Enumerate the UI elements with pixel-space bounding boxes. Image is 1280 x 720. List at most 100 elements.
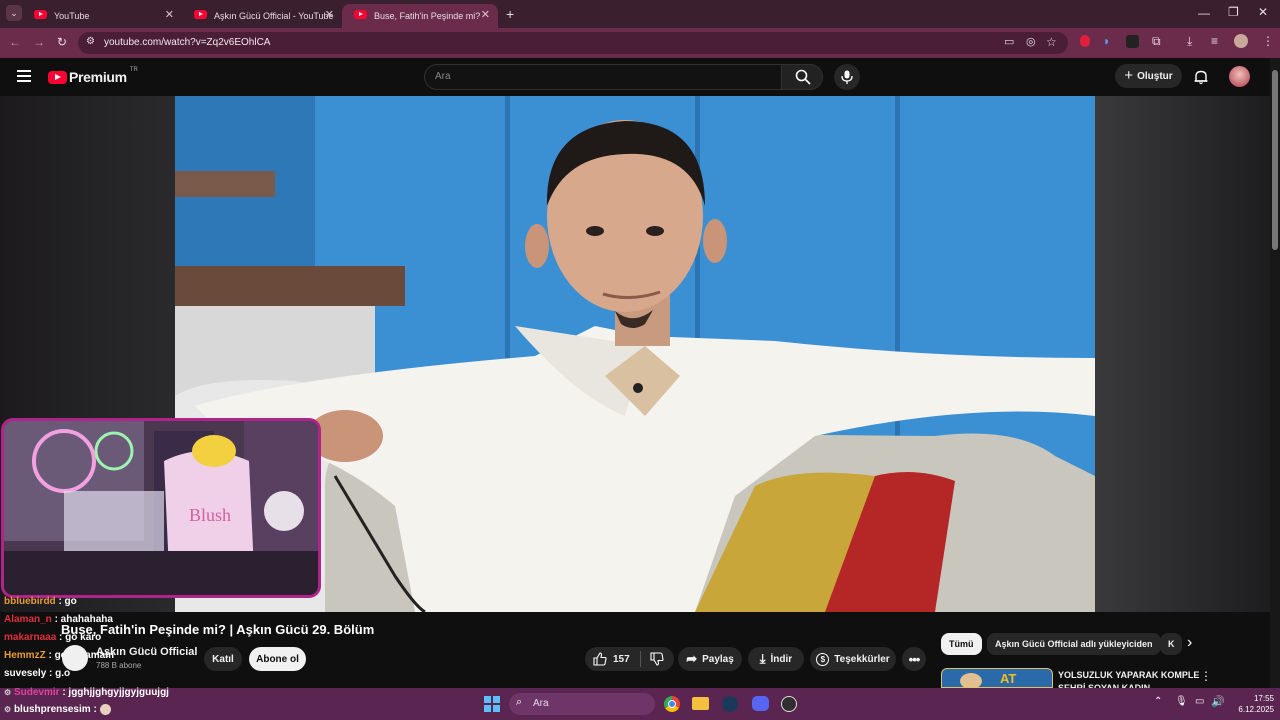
extension-blue-icon[interactable]: ◗ bbox=[1103, 34, 1110, 48]
player-right-glow bbox=[1095, 96, 1270, 612]
share-button[interactable]: ➦ Paylaş bbox=[678, 647, 742, 671]
chat-username: Sudevmir bbox=[13, 687, 60, 698]
back-icon[interactable]: ← bbox=[9, 35, 21, 49]
browser-menu-icon[interactable]: ⋮ bbox=[1262, 34, 1274, 48]
download-button[interactable]: ⤓ İndir bbox=[748, 647, 804, 671]
forward-icon[interactable]: → bbox=[33, 35, 45, 49]
thumbs-down-icon[interactable] bbox=[650, 652, 664, 666]
youtube-premium-logo[interactable]: Premium TR bbox=[48, 67, 138, 86]
chip-from-uploader[interactable]: Aşkın Gücü Official adlı yükleyiciden bbox=[987, 633, 1161, 655]
user-avatar[interactable] bbox=[1229, 66, 1250, 87]
site-info-icon[interactable]: ⚙ bbox=[86, 36, 95, 47]
like-button[interactable]: 157 bbox=[585, 647, 630, 671]
thanks-dollar-icon: $ bbox=[816, 652, 830, 666]
display-tray-icon[interactable]: ▭ bbox=[1195, 696, 1204, 707]
youtube-logo-icon bbox=[48, 70, 67, 84]
create-button[interactable]: + Oluştur bbox=[1115, 64, 1182, 88]
tab-title: YouTube bbox=[54, 11, 90, 21]
youtube-favicon-icon bbox=[34, 10, 47, 19]
chip-all[interactable]: Tümü bbox=[941, 633, 982, 655]
chip-label: K bbox=[1168, 639, 1175, 649]
close-tab-icon[interactable]: ✕ bbox=[481, 8, 490, 21]
create-label: Oluştur bbox=[1137, 70, 1173, 82]
recommended-thumbnail[interactable]: AT bbox=[941, 668, 1053, 688]
close-tab-icon[interactable]: ✕ bbox=[325, 8, 334, 21]
tab-youtube[interactable]: YouTube ✕ bbox=[22, 4, 182, 28]
recommended-title[interactable]: YOLSUZLUK YAPARAK KOMPLE ŞEHRİ SOYAN KAD… bbox=[1058, 669, 1199, 688]
tab-title: Buse, Fatih'in Peşinde mi? | Aşk bbox=[374, 11, 482, 21]
minimize-icon[interactable]: — bbox=[1198, 6, 1210, 20]
bookmark-star-icon[interactable]: ☆ bbox=[1046, 35, 1057, 49]
reload-icon[interactable]: ↻ bbox=[57, 35, 67, 49]
extension-red-icon[interactable] bbox=[1080, 35, 1090, 47]
start-button[interactable] bbox=[484, 696, 500, 712]
url-text: youtube.com/watch?v=Zq2v6EOhlCA bbox=[104, 37, 271, 48]
search-icon: ⌕ bbox=[516, 696, 523, 708]
tab-search-icon[interactable]: ⌄ bbox=[6, 5, 22, 21]
volume-tray-icon[interactable]: 🔊 bbox=[1211, 695, 1225, 708]
obs-app-icon[interactable] bbox=[781, 696, 797, 712]
extensions-puzzle-icon[interactable]: ⧉ bbox=[1152, 34, 1161, 49]
join-button[interactable]: Katıl bbox=[204, 647, 242, 671]
file-explorer-icon[interactable] bbox=[692, 697, 709, 710]
tab-askin-gucu[interactable]: Aşkın Gücü Official - YouTube ✕ bbox=[182, 4, 342, 28]
search-input[interactable]: Ara bbox=[424, 64, 782, 90]
discord-app-icon[interactable] bbox=[752, 696, 769, 711]
chevron-right-icon[interactable]: › bbox=[1187, 634, 1192, 652]
clock[interactable]: 17:55 6.12.2025 bbox=[1230, 693, 1274, 715]
tray-chevron-up-icon[interactable]: ⌃ bbox=[1154, 696, 1162, 707]
restore-icon[interactable]: ❐ bbox=[1228, 5, 1239, 19]
tab-current-video[interactable]: Buse, Fatih'in Peşinde mi? | Aşk ✕ bbox=[342, 4, 498, 28]
microphone-icon bbox=[841, 70, 853, 84]
clock-time: 17:55 bbox=[1253, 694, 1274, 703]
chat-text: : jgghjjghgyjjgyjguujgj bbox=[62, 687, 169, 698]
clock-date: 6.12.2025 bbox=[1238, 705, 1274, 714]
thanks-button[interactable]: $ Teşekkürler bbox=[810, 647, 896, 671]
chat-text: : go bbox=[58, 596, 77, 607]
more-actions-button[interactable]: ••• bbox=[902, 647, 926, 671]
profile-avatar[interactable] bbox=[1234, 34, 1248, 48]
chat-message: ⚙ blushprensesim : bbox=[4, 704, 111, 715]
subscribe-button[interactable]: Abone ol bbox=[249, 647, 306, 671]
chip-partial[interactable]: K bbox=[1160, 633, 1182, 655]
new-tab-icon[interactable]: + bbox=[506, 6, 514, 22]
reading-list-icon[interactable]: ≡ bbox=[1211, 34, 1218, 48]
taskbar-search-placeholder: Ara bbox=[533, 698, 549, 709]
hamburger-menu-icon[interactable] bbox=[17, 70, 31, 82]
chat-username: suvesely bbox=[4, 668, 47, 679]
chat-text: : bbox=[93, 704, 97, 716]
taskbar-search-input[interactable]: ⌕ Ara bbox=[509, 693, 655, 715]
chat-badge-icon: ⚙ bbox=[4, 705, 12, 715]
svg-text:Blush: Blush bbox=[189, 505, 231, 525]
search-button[interactable] bbox=[781, 64, 823, 90]
tab-title: Aşkın Gücü Official - YouTube bbox=[214, 11, 334, 21]
close-window-icon[interactable]: ✕ bbox=[1258, 5, 1268, 19]
microphone-tray-icon[interactable]: 🎙 bbox=[1175, 696, 1188, 707]
chrome-app-icon[interactable] bbox=[664, 696, 680, 712]
more-icon: ••• bbox=[908, 651, 921, 667]
video-title: Buse, Fatih'in Peşinde mi? | Aşkın Gücü … bbox=[61, 622, 375, 637]
search-placeholder: Ara bbox=[435, 71, 451, 82]
voice-search-button[interactable] bbox=[834, 64, 860, 90]
channel-avatar[interactable] bbox=[62, 645, 88, 671]
download-label: İndir bbox=[770, 653, 793, 665]
chat-message: bbluebirdd : go bbox=[4, 596, 77, 607]
notifications-bell-icon[interactable] bbox=[1193, 69, 1209, 85]
search-icon bbox=[795, 69, 811, 85]
share-label: Paylaş bbox=[702, 653, 734, 665]
scrollbar-thumb[interactable] bbox=[1272, 70, 1278, 250]
cast-icon[interactable]: ▭ bbox=[1004, 35, 1014, 48]
extension-dark-icon[interactable] bbox=[1126, 35, 1139, 48]
address-bar[interactable]: ⚙ youtube.com/watch?v=Zq2v6EOhlCA ▭ ◎ ☆ bbox=[78, 32, 1068, 54]
recommended-menu-icon[interactable]: ⋮ bbox=[1200, 669, 1212, 683]
download-icon[interactable]: ⤓ bbox=[1187, 34, 1192, 49]
youtube-favicon-icon bbox=[354, 10, 367, 19]
channel-name[interactable]: Aşkın Gücü Official bbox=[96, 646, 197, 658]
chat-username: makarnaaa bbox=[4, 632, 57, 643]
eye-off-icon[interactable]: ◎ bbox=[1026, 35, 1036, 48]
steam-app-icon[interactable] bbox=[722, 696, 738, 712]
close-tab-icon[interactable]: ✕ bbox=[165, 8, 174, 21]
browser-toolbar: ← → ↻ ⚙ youtube.com/watch?v=Zq2v6EOhlCA … bbox=[0, 28, 1280, 58]
like-dislike-group: 157 bbox=[585, 647, 674, 671]
page-scrollbar[interactable] bbox=[1270, 58, 1280, 688]
